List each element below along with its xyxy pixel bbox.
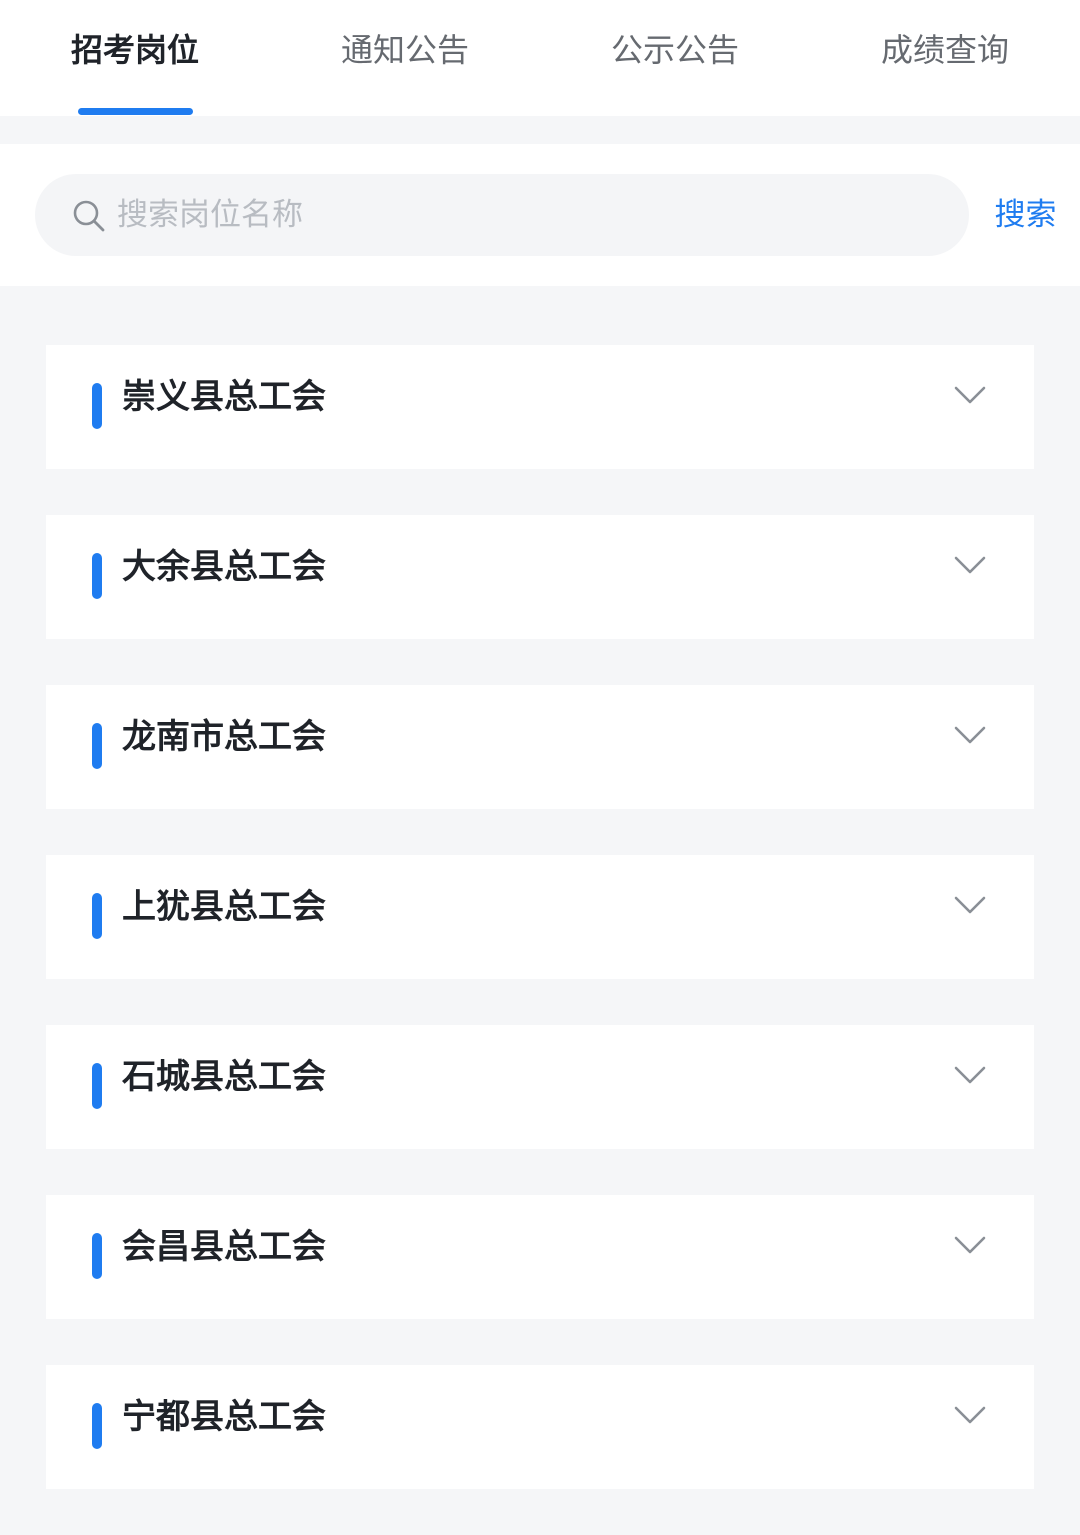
list-item-huichang[interactable]: 会昌县总工会 [46,1195,1034,1319]
chevron-down-icon[interactable] [952,1063,988,1087]
tab-public-announcements[interactable]: 公示公告 [570,0,780,116]
chevron-down-icon[interactable] [952,893,988,917]
list-item-ningdu[interactable]: 宁都县总工会 [46,1365,1034,1489]
chevron-down-icon[interactable] [952,383,988,407]
list-item-shicheng[interactable]: 石城县总工会 [46,1025,1034,1149]
accent-bar [92,553,102,599]
chevron-down-icon[interactable] [952,553,988,577]
chevron-down-icon[interactable] [952,723,988,747]
list-item-title: 龙南市总工会 [122,717,326,757]
list-item-title: 石城县总工会 [122,1057,326,1097]
list-item-shangyou[interactable]: 上犹县总工会 [46,855,1034,979]
chevron-down-icon[interactable] [952,1233,988,1257]
accent-bar [92,1403,102,1449]
accent-bar [92,1233,102,1279]
accent-bar [92,893,102,939]
tab-score-inquiry[interactable]: 成绩查询 [840,0,1050,116]
active-tab-indicator [78,108,193,115]
list-item-title: 会昌县总工会 [122,1227,326,1267]
list-item-title: 大余县总工会 [122,547,326,587]
tab-bar: 招考岗位 通知公告 公示公告 成绩查询 [0,0,1080,116]
accent-bar [92,723,102,769]
search-area: 搜索 [0,144,1080,286]
union-list: 崇义县总工会 大余县总工会 龙南市总工会 上犹县总工会 石城县总工会 会昌县总工 [46,345,1034,1535]
accent-bar [92,1063,102,1109]
tab-recruitment-positions[interactable]: 招考岗位 [30,0,240,116]
list-item-longnan[interactable]: 龙南市总工会 [46,685,1034,809]
list-item-chongyi[interactable]: 崇义县总工会 [46,345,1034,469]
chevron-down-icon[interactable] [952,1403,988,1427]
tab-notices[interactable]: 通知公告 [300,0,510,116]
accent-bar [92,383,102,429]
search-box[interactable] [35,174,969,256]
list-item-title: 上犹县总工会 [122,887,326,927]
search-icon [73,200,105,232]
list-item-title: 崇义县总工会 [122,377,326,417]
search-input[interactable] [117,174,937,256]
list-item-dayu[interactable]: 大余县总工会 [46,515,1034,639]
search-button[interactable]: 搜索 [978,174,1073,256]
list-item-title: 宁都县总工会 [122,1397,326,1437]
